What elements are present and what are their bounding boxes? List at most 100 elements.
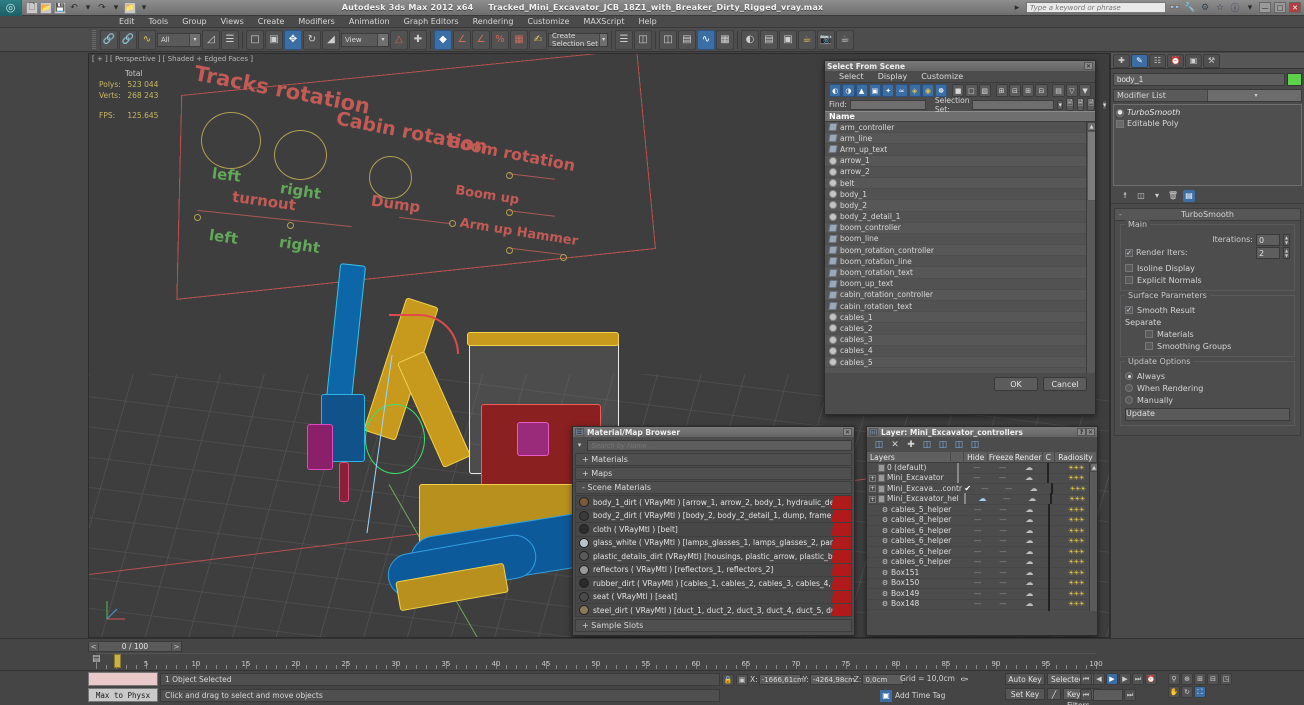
motion-tab[interactable]: ⏰ xyxy=(1167,53,1184,68)
select-and-manipulate-icon[interactable]: ✚ xyxy=(409,29,427,50)
display-space-warps-icon[interactable]: ≈ xyxy=(895,84,908,97)
current-layer-cell[interactable] xyxy=(952,472,964,484)
hide-cell[interactable]: — xyxy=(965,505,990,516)
freeze-cell[interactable]: — xyxy=(990,578,1016,589)
color-cell[interactable] xyxy=(1043,514,1055,526)
hide-cell[interactable]: — xyxy=(964,463,989,473)
scene-object-row[interactable]: cables_4 xyxy=(825,345,1095,357)
freeze-cell[interactable]: — xyxy=(990,547,1016,558)
update-manually-row[interactable]: Manually xyxy=(1125,394,1290,406)
scene-materials-list[interactable]: body_1_dirt ( VRayMtl ) [arrow_1, arrow_… xyxy=(575,495,852,617)
color-cell[interactable] xyxy=(1043,535,1055,547)
selection-filter-combo[interactable]: All ▾ xyxy=(157,32,201,47)
expand-layer-icon[interactable]: + xyxy=(869,474,876,482)
scene-object-row[interactable]: cabin_rotation_controller xyxy=(825,289,1095,301)
display-invert-icon[interactable]: ▧ xyxy=(978,84,991,97)
layer-column-layers[interactable]: Layers xyxy=(867,451,952,463)
align-icon[interactable]: ◫ xyxy=(634,29,652,50)
layer-manager-dialog[interactable]: ◫ Layer: Mini_Excavator_controllers ? ✕ … xyxy=(866,426,1098,636)
update-when-rendering-radio[interactable] xyxy=(1125,384,1133,392)
dialog-title-bar[interactable]: ◫ Layer: Mini_Excavator_controllers ? ✕ xyxy=(867,427,1097,437)
layer-color-swatch[interactable] xyxy=(1047,535,1050,546)
isoline-display-row[interactable]: Isoline Display xyxy=(1125,262,1290,274)
render-cell[interactable]: ☁ xyxy=(1016,463,1043,473)
modify-tab[interactable]: ✎ xyxy=(1131,53,1148,68)
expand-all-icon[interactable]: ⊞ xyxy=(1022,84,1035,97)
search-input[interactable] xyxy=(587,439,852,451)
auto-key-button[interactable]: Auto Key xyxy=(1005,673,1045,685)
layer-row[interactable]: ⚙ Box148— — ☁ ☀☀☀ xyxy=(867,598,1097,610)
render-iters-spinner-arrows[interactable]: ▲ ▼ xyxy=(1283,246,1290,259)
material-map-browser[interactable]: ☰ Material/Map Browser ✕ ▾ + Materials +… xyxy=(572,426,855,636)
render-cell[interactable]: ☁ xyxy=(1019,494,1044,505)
menu-item-graph-editors[interactable]: Graph Editors xyxy=(397,17,466,26)
hide-cell[interactable]: — xyxy=(974,484,997,495)
object-name-input[interactable] xyxy=(1113,72,1285,86)
current-layer-cell[interactable] xyxy=(953,547,965,558)
menu-item-help[interactable]: Help xyxy=(632,17,664,26)
zoom-extents-icon[interactable]: ⊞ xyxy=(1194,673,1206,685)
subscription-icon[interactable]: ⚙ xyxy=(1199,2,1211,14)
options-dropdown-icon[interactable]: ▾ xyxy=(1101,99,1108,110)
create-new-layer-icon[interactable]: ◫ xyxy=(873,439,885,451)
open-icon[interactable]: 📂 xyxy=(40,1,52,14)
spinner-snap-toggle-icon[interactable]: ▦ xyxy=(510,29,528,50)
scrollbar-thumb[interactable] xyxy=(1087,131,1095,201)
coord-x[interactable]: X: -1666,61cm xyxy=(750,674,804,685)
menu-item-animation[interactable]: Animation xyxy=(342,17,397,26)
unlink-selection-icon[interactable]: 🔗 xyxy=(119,29,137,50)
freeze-cell[interactable]: — xyxy=(990,589,1016,600)
isoline-display-checkbox[interactable] xyxy=(1125,264,1133,272)
coord-x-value[interactable]: -1666,61cm xyxy=(758,674,804,685)
menu-item-group[interactable]: Group xyxy=(175,17,213,26)
render-cell[interactable]: ☁ xyxy=(1016,599,1042,610)
layer-color-swatch[interactable] xyxy=(1047,608,1050,611)
layer-color-swatch[interactable] xyxy=(1047,556,1050,567)
zoom-icon[interactable]: ⚲ xyxy=(1168,673,1180,685)
model-cabin-seat[interactable] xyxy=(517,422,549,456)
rendered-frame-window-icon[interactable]: ▣ xyxy=(779,29,797,50)
scene-materials-section-header[interactable]: - Scene Materials xyxy=(575,481,852,494)
curve-editor-icon[interactable]: ∿ xyxy=(697,29,715,50)
layer-row[interactable]: ⚙ cables_5_helper — — ☁ ☀☀☀ xyxy=(867,503,1097,516)
smooth-result-row[interactable]: ✓ Smooth Result xyxy=(1125,304,1290,316)
key-filters-icon[interactable]: ╱ xyxy=(1047,688,1061,700)
reference-coordinate-system-combo[interactable]: View ▾ xyxy=(341,32,389,47)
delete-layer-icon[interactable]: ✕ xyxy=(889,439,901,451)
hide-unhide-layer-icon[interactable]: ◫ xyxy=(969,439,981,451)
add-time-tag-label[interactable]: Add Time Tag xyxy=(895,691,945,700)
sample-slots-section-header[interactable]: + Sample Slots xyxy=(575,619,852,632)
current-layer-cell[interactable] xyxy=(953,578,965,589)
scene-object-row[interactable]: body_2_detail_1 xyxy=(825,211,1095,223)
edit-selection-set-icon[interactable]: 🗎 xyxy=(1076,98,1085,111)
materials-section-header[interactable]: + Materials xyxy=(575,453,852,466)
previous-frame-icon[interactable]: ◀ xyxy=(1093,673,1105,685)
next-frame-button[interactable]: > xyxy=(171,642,181,651)
use-pivot-point-center-icon[interactable]: △ xyxy=(390,29,408,50)
binoculars-icon[interactable]: 👓 xyxy=(1169,2,1181,14)
coord-z-value[interactable]: 0,0cm xyxy=(862,674,905,685)
menu-item-create[interactable]: Create xyxy=(251,17,292,26)
current-layer-cell[interactable] xyxy=(953,536,965,547)
layer-row[interactable]: ⚙ cables_6_helper — — ☁ ☀☀☀ xyxy=(867,524,1097,537)
activeshade-icon[interactable]: ☕ xyxy=(836,29,854,50)
model-hydraulic-lines[interactable] xyxy=(389,314,459,354)
hide-cell[interactable]: — xyxy=(965,557,990,568)
scene-object-row[interactable]: arm_controller xyxy=(825,122,1095,134)
modifier-stack-item-turbosmooth[interactable]: ● TurboSmooth xyxy=(1116,107,1299,118)
color-cell[interactable] xyxy=(1043,608,1055,611)
layer-color-swatch[interactable] xyxy=(1049,493,1052,504)
field-of-view-icon[interactable]: ◳ xyxy=(1220,673,1232,685)
redo-icon[interactable]: ↷ xyxy=(96,2,108,14)
remove-modifier-icon[interactable]: 🗑 xyxy=(1167,190,1179,202)
material-row[interactable]: body_1_dirt ( VRayMtl ) [arrow_1, arrow_… xyxy=(576,496,851,510)
go-to-start-icon[interactable]: ⏮ xyxy=(1080,673,1092,685)
list-scrollbar[interactable]: ▲ xyxy=(1086,122,1095,373)
current-layer-cell[interactable] xyxy=(953,515,965,526)
hierarchy-tab[interactable]: ☷ xyxy=(1149,53,1166,68)
scene-object-row[interactable]: arm_line xyxy=(825,133,1095,145)
sort-icon[interactable]: ▤ xyxy=(1052,84,1065,97)
add-time-tag-row[interactable]: ▣ Add Time Tag xyxy=(880,689,945,702)
freeze-cell[interactable]: — xyxy=(990,557,1016,568)
create-selection-set-icon[interactable]: 🗎 xyxy=(1066,98,1074,111)
